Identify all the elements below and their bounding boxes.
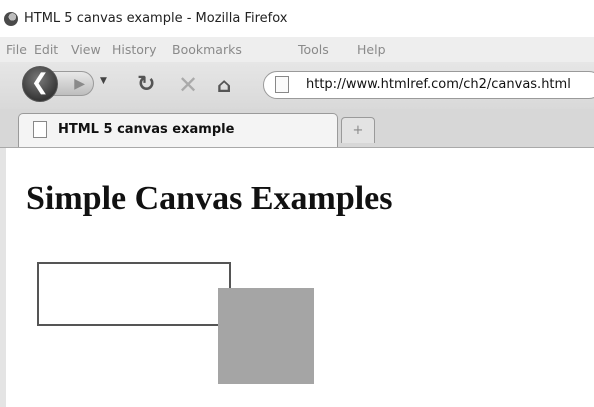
page-heading: Simple Canvas Examples — [26, 180, 393, 217]
tab-canvas-example[interactable]: HTML 5 canvas example — [18, 113, 338, 147]
history-dropdown-icon[interactable]: ▼ — [100, 76, 107, 86]
back-button[interactable]: ❮ — [22, 66, 58, 102]
title-bar: HTML 5 canvas example - Mozilla Firefox — [0, 0, 594, 37]
window-title: HTML 5 canvas example - Mozilla Firefox — [24, 11, 288, 26]
forward-arrow-icon: ▶ — [74, 76, 85, 92]
reload-icon[interactable]: ↻ — [137, 72, 155, 97]
menu-edit[interactable]: Edit — [34, 42, 58, 57]
tab-page-icon — [33, 121, 47, 138]
menu-history[interactable]: History — [112, 42, 156, 57]
url-bar[interactable]: http://www.htmlref.com/ch2/canvas.html — [263, 71, 594, 99]
canvas-filled-rectangle — [218, 288, 314, 384]
menu-help[interactable]: Help — [357, 42, 386, 57]
browser-window: HTML 5 canvas example - Mozilla Firefox … — [0, 0, 594, 407]
home-icon[interactable]: ⌂ — [217, 73, 231, 97]
menu-view[interactable]: View — [71, 42, 101, 57]
firefox-icon — [4, 12, 18, 26]
page-icon — [275, 76, 289, 93]
window-left-edge — [0, 148, 6, 407]
new-tab-button[interactable]: + — [341, 117, 375, 143]
stop-icon[interactable]: ✕ — [178, 71, 198, 99]
menu-tools[interactable]: Tools — [298, 42, 329, 57]
menu-bookmarks[interactable]: Bookmarks — [172, 42, 242, 57]
url-text[interactable]: http://www.htmlref.com/ch2/canvas.html — [306, 77, 571, 92]
tab-label: HTML 5 canvas example — [58, 122, 235, 137]
back-arrow-icon: ❮ — [30, 70, 50, 95]
canvas-stroke-rectangle — [37, 262, 231, 326]
menu-bar: File Edit View History Bookmarks Tools H… — [0, 37, 594, 62]
menu-file[interactable]: File — [6, 42, 27, 57]
